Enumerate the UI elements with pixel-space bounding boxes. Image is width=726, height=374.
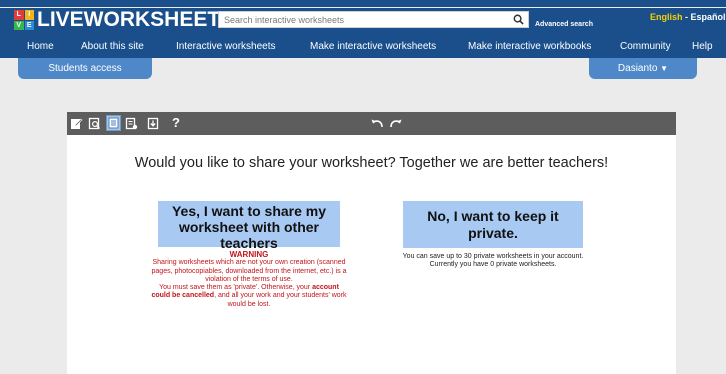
undo-icon[interactable]	[370, 115, 385, 131]
advanced-search-link[interactable]: Advanced search	[535, 21, 593, 28]
nav-help[interactable]: Help	[692, 41, 713, 52]
edit-icon[interactable]	[69, 115, 84, 131]
private-info: You can save up to 30 private worksheets…	[397, 253, 589, 270]
user-name: Dasianto	[617, 63, 658, 74]
share-warning: WARNING Sharing worksheets which are not…	[151, 250, 347, 309]
chevron-down-icon: ▼	[660, 64, 669, 73]
warning-title: WARNING	[229, 250, 269, 259]
logo-text: LIVEWORKSHEETS	[37, 8, 235, 31]
preview-icon[interactable]	[87, 115, 102, 131]
logo-letter-v: V	[14, 20, 24, 30]
lang-separator: -	[685, 12, 689, 22]
editor-toolbar: ?	[67, 112, 676, 135]
nav-community[interactable]: Community	[620, 41, 671, 52]
logo-icon: L I V E	[14, 10, 34, 30]
save-worksheet-icon[interactable]	[106, 115, 121, 131]
nav-home[interactable]: Home	[27, 41, 54, 52]
export-icon[interactable]	[146, 115, 161, 131]
help-icon[interactable]: ?	[172, 115, 180, 130]
warning-text-2a: You must save them as 'private'. Otherwi…	[159, 284, 311, 292]
logo-letter-i: I	[24, 10, 34, 20]
students-access-label: Students access	[48, 63, 122, 74]
nav-about[interactable]: About this site	[81, 41, 144, 52]
lang-spanish-link[interactable]: Español	[691, 12, 726, 22]
lang-english-link[interactable]: English	[650, 12, 683, 22]
share-question: Would you like to share your worksheet? …	[134, 155, 609, 171]
redo-icon[interactable]	[388, 115, 403, 131]
students-access-tab[interactable]: Students access	[18, 58, 152, 79]
search-icon	[513, 14, 524, 25]
user-menu[interactable]: Dasianto ▼	[589, 58, 697, 79]
private-line-2: Currently you have 0 private worksheets.	[429, 261, 557, 269]
workbook-icon[interactable]	[124, 115, 139, 131]
main-nav: Home About this site Interactive workshe…	[0, 41, 726, 57]
nav-make-workbooks[interactable]: Make interactive workbooks	[468, 41, 591, 52]
logo-letter-e: E	[24, 20, 34, 30]
warning-text-1: Sharing worksheets which are not your ow…	[151, 259, 347, 283]
logo-letter-l: L	[14, 10, 24, 20]
site-logo[interactable]: L I V E LIVEWORKSHEETS	[14, 9, 234, 31]
search-input[interactable]: Search interactive worksheets	[218, 11, 529, 28]
search-button[interactable]	[507, 11, 529, 28]
share-dialog: Would you like to share your worksheet? …	[67, 135, 676, 374]
language-switch: English - Español	[650, 12, 726, 22]
keep-private-button[interactable]: No, I want to keep it private.	[403, 201, 583, 248]
private-line-1: You can save up to 30 private worksheets…	[402, 253, 584, 260]
warning-text-2c: , and all your work and your students' w…	[214, 292, 347, 308]
nav-make-worksheets[interactable]: Make interactive worksheets	[310, 41, 436, 52]
share-worksheet-button[interactable]: Yes, I want to share my worksheet with o…	[158, 201, 340, 251]
top-header: L I V E LIVEWORKSHEETS Search interactiv…	[0, 0, 726, 58]
nav-interactive-worksheets[interactable]: Interactive worksheets	[176, 41, 276, 52]
